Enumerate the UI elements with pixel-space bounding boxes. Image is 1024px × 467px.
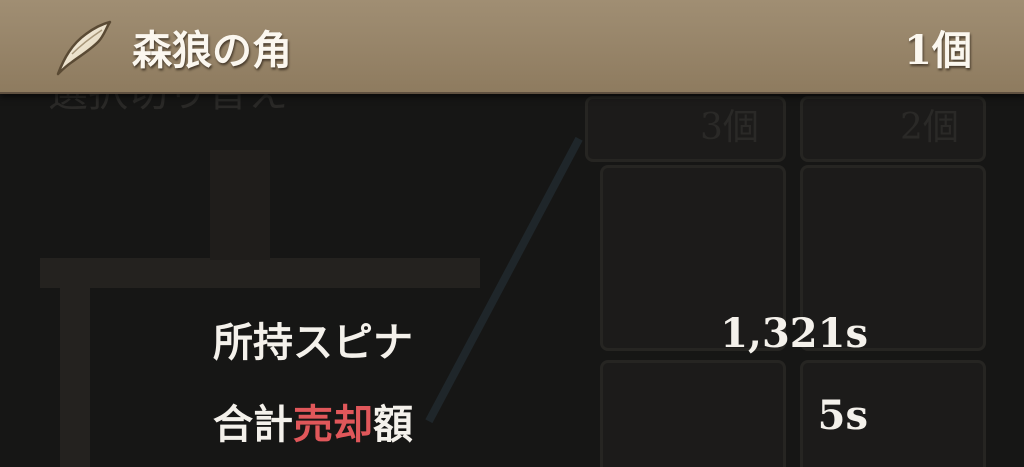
background-slot-count: 2個 [900, 107, 959, 148]
item-quantity: 1個 [904, 27, 972, 74]
sale-total-value: 5s [817, 392, 868, 439]
owned-currency-row: 所持スピナ 1,321s [213, 310, 868, 366]
sale-total-label-prefix: 合計 [213, 401, 293, 448]
wolf-horn-icon [56, 20, 112, 76]
owned-currency-value: 1,321s [720, 310, 868, 357]
sale-total-row: 合計売却額 5s [213, 392, 868, 448]
background-slot-count: 3個 [700, 107, 759, 148]
item-name: 森狼の角 [132, 27, 292, 74]
owned-currency-label: 所持スピナ [213, 319, 413, 366]
background-shelf-leg [60, 288, 90, 467]
item-header-bar: 森狼の角 1個 [0, 0, 1024, 94]
sale-total-label: 合計売却額 [213, 392, 413, 450]
background-shelf [40, 258, 480, 288]
sale-total-label-accent: 売却 [293, 401, 373, 448]
sale-total-label-suffix: 額 [373, 401, 413, 448]
background-figure [210, 150, 270, 260]
